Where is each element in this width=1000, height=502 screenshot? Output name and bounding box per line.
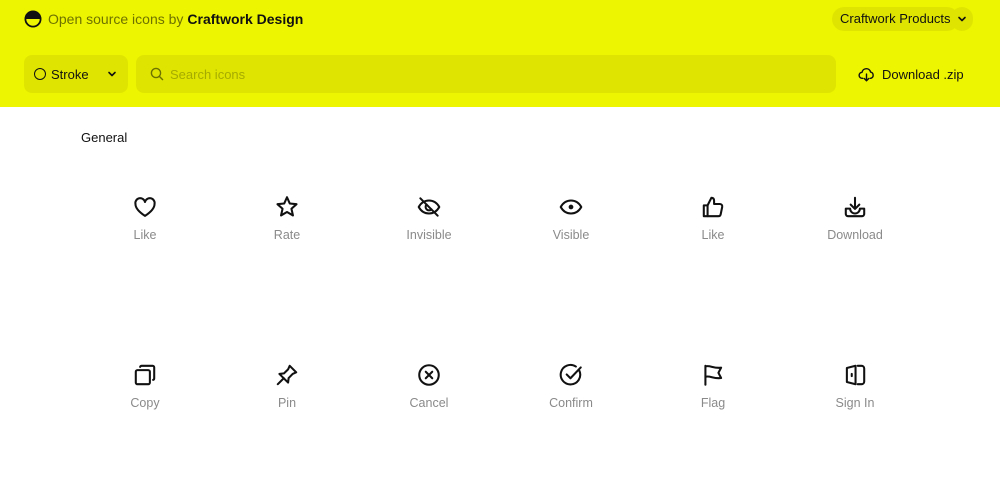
style-select-value: Stroke xyxy=(51,66,89,82)
chevron-down-icon xyxy=(108,71,116,77)
icon-label: Copy xyxy=(130,396,160,410)
search-input[interactable] xyxy=(170,66,810,82)
stroke-style-icon xyxy=(34,68,46,80)
thumbs-up-icon xyxy=(702,196,724,218)
flag-icon xyxy=(704,364,723,386)
download-tray-icon xyxy=(844,196,866,218)
craftwork-logo-icon xyxy=(24,10,42,28)
icon-label: Like xyxy=(133,228,157,242)
heart-icon xyxy=(134,197,156,217)
search-icon xyxy=(150,67,164,81)
icon-grid: Like Rate Invisible Visible Like Downloa… xyxy=(74,194,926,502)
copy-icon xyxy=(134,364,156,386)
icon-label: Rate xyxy=(273,228,301,242)
icon-card-confirm[interactable]: Confirm xyxy=(500,362,642,502)
brand-tagline: Open source icons by xyxy=(48,11,184,27)
search-box[interactable] xyxy=(136,55,836,93)
brand-name[interactable]: Craftwork Design xyxy=(187,11,303,27)
icon-card-rate[interactable]: Rate xyxy=(216,194,358,362)
icon-label: Cancel xyxy=(409,396,449,410)
icon-label: Pin xyxy=(277,396,297,410)
cloud-download-icon xyxy=(858,67,874,81)
brand[interactable]: Open source icons by Craftwork Design xyxy=(24,9,303,29)
section-title: General xyxy=(81,130,128,145)
icon-label: Flag xyxy=(700,396,726,410)
icon-card-thumbs-up[interactable]: Like xyxy=(642,194,784,362)
icon-card-pin[interactable]: Pin xyxy=(216,362,358,502)
cancel-circle-icon xyxy=(418,364,440,386)
top-bar: Open source icons by Craftwork Design Cr… xyxy=(0,0,1000,107)
star-icon xyxy=(276,196,298,217)
chevron-down-icon xyxy=(958,16,966,22)
icon-label: Like xyxy=(701,228,725,242)
icon-card-cancel[interactable]: Cancel xyxy=(358,362,500,502)
icon-card-download[interactable]: Download xyxy=(784,194,926,362)
icon-card-copy[interactable]: Copy xyxy=(74,362,216,502)
icon-card-visible[interactable]: Visible xyxy=(500,194,642,362)
style-select[interactable]: Stroke xyxy=(24,55,128,93)
confirm-circle-icon xyxy=(559,363,582,386)
icon-label: Sign In xyxy=(835,396,875,410)
eye-off-icon xyxy=(417,197,441,217)
download-zip-label: Download .zip xyxy=(882,66,964,82)
pin-icon xyxy=(276,364,298,386)
icon-card-sign-in[interactable]: Sign In xyxy=(784,362,926,502)
sign-in-icon xyxy=(845,364,866,386)
download-zip-button[interactable]: Download .zip xyxy=(850,55,972,93)
icon-card-like[interactable]: Like xyxy=(74,194,216,362)
icon-card-flag[interactable]: Flag xyxy=(642,362,784,502)
icon-card-invisible[interactable]: Invisible xyxy=(358,194,500,362)
icon-label: Invisible xyxy=(406,228,452,242)
icon-label: Confirm xyxy=(549,396,593,410)
eye-icon xyxy=(559,199,583,215)
craftwork-products-button[interactable]: Craftwork Products xyxy=(832,7,959,31)
products-menu-button[interactable] xyxy=(951,7,973,31)
icon-label: Download xyxy=(827,228,883,242)
icon-label: Visible xyxy=(552,228,590,242)
